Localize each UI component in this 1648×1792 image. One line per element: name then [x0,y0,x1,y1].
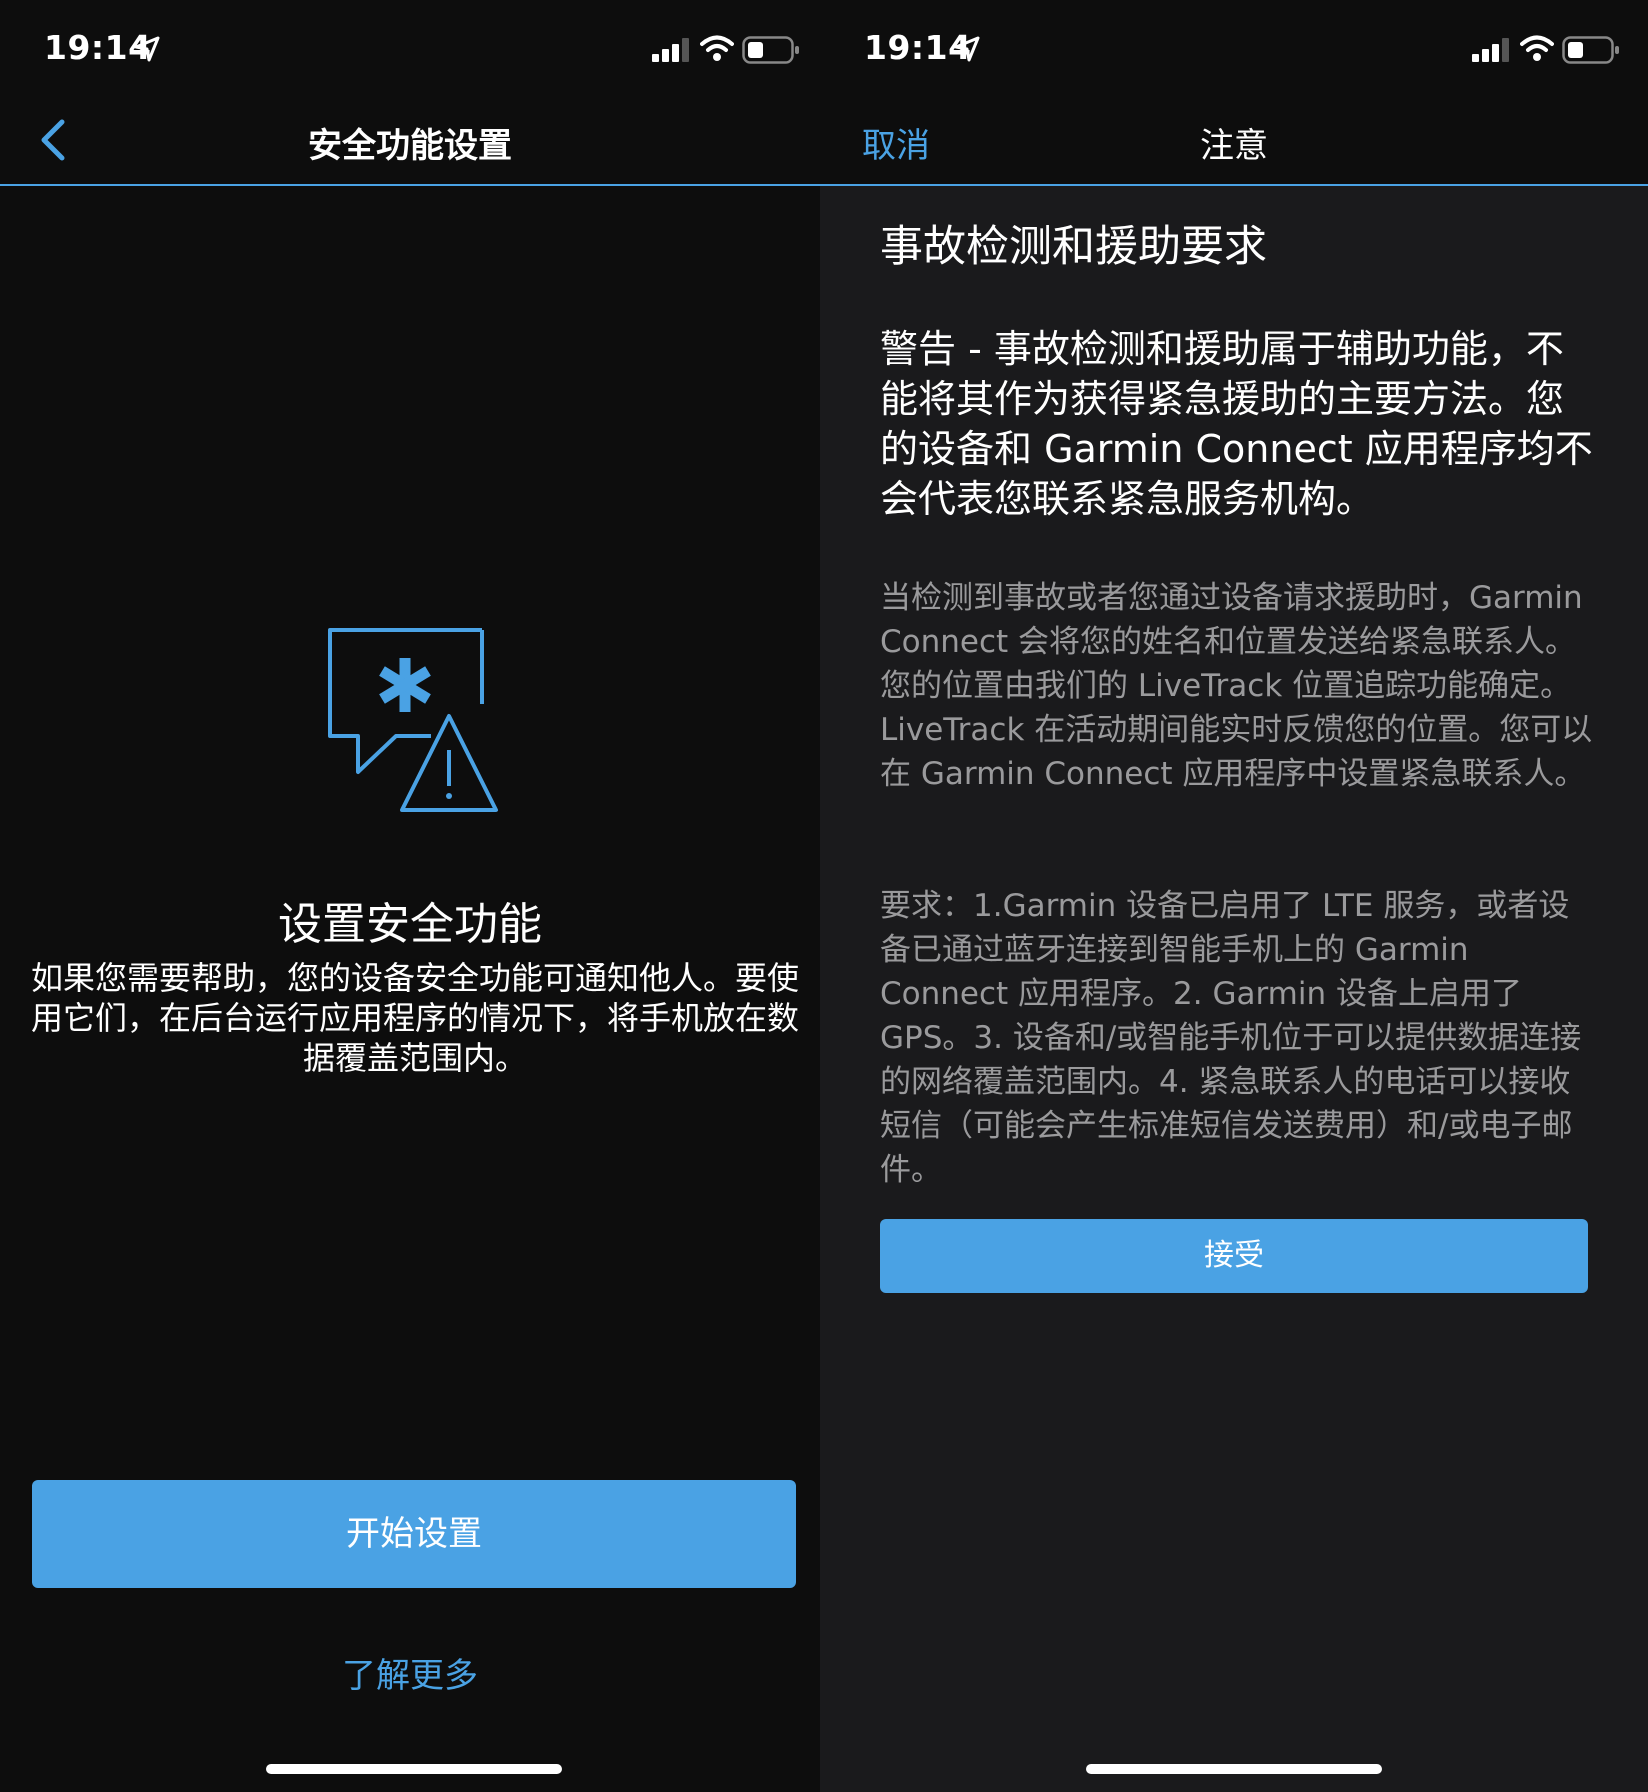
battery-icon [1562,36,1619,64]
notice-screen: 19:14 取消 注意 事故检测和援助要求 警告 - 事故检测和援助属于辅助功能… [820,0,1648,1792]
setup-description: 如果您需要帮助，您的设备安全功能可通知他人。要使用它们，在后台运行应用程序的情况… [30,959,799,1077]
requirements-paragraph: 要求：1.Garmin 设备已启用了 LTE 服务，或者设备已通过蓝牙连接到智能… [880,888,1582,1188]
nav-bar: 安全功能设置 [0,96,820,186]
location-arrow-icon [954,36,980,62]
home-indicator [266,1764,562,1774]
accept-button[interactable]: 接受 [880,1219,1588,1293]
wifi-icon [700,35,734,61]
safety-setup-screen: 19:14 安全功能设置 设置安全功能 如果您需要帮助，您的设备安全功能可通知他… [0,0,820,1792]
signal-icon [652,38,689,62]
nav-title: 注意 [1200,126,1268,166]
learn-more-link[interactable]: 了解更多 [0,1648,820,1697]
location-arrow-icon [134,36,160,62]
setup-heading: 设置安全功能 [278,899,542,950]
info-paragraph: 当检测到事故或者您通过设备请求援助时，Garmin Connect 会将您的姓名… [880,580,1593,792]
nav-bar: 取消 注意 [820,96,1648,186]
warning-text: 警告 - 事故检测和援助属于辅助功能，不能将其作为获得紧急援助的主要方法。您的设… [880,327,1593,521]
status-bar: 19:14 [0,0,820,96]
battery-icon [742,36,799,64]
status-bar: 19:14 [820,0,1648,96]
notice-title: 事故检测和援助要求 [880,222,1267,272]
home-indicator [1086,1764,1382,1774]
start-setup-button[interactable]: 开始设置 [32,1480,796,1588]
wifi-icon [1520,35,1554,61]
signal-icon [1472,38,1509,62]
safety-alert-icon [328,628,498,812]
nav-title: 安全功能设置 [308,126,512,166]
